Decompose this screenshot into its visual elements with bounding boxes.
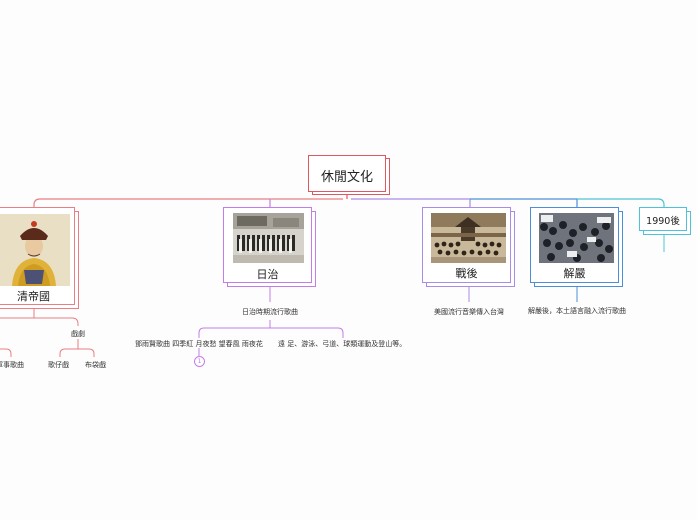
after1990-node[interactable]: 1990後: [639, 207, 687, 231]
postwar-node[interactable]: 戰後: [422, 207, 511, 283]
postwar-label: 戰後: [455, 267, 478, 280]
qing-military-connector: [0, 348, 12, 357]
crowd-protest-photo-icon: [539, 213, 614, 263]
postwar-child-label[interactable]: 美國流行音樂傳入台灣: [434, 307, 504, 317]
colonial-parade-photo-icon: [233, 213, 304, 263]
root-node[interactable]: 休閒文化: [308, 155, 386, 192]
japan-sub-connector: [198, 320, 344, 338]
japan-sports-label[interactable]: 遠 足、游泳、弓道、球類運動及登山等。: [278, 339, 406, 349]
martial-node[interactable]: 解嚴: [530, 207, 619, 283]
military-gathering-photo-icon: [431, 213, 506, 263]
root-label: 休閒文化: [320, 170, 373, 185]
qing-label: 清帝國: [17, 290, 50, 303]
japan-node[interactable]: 日治: [223, 207, 312, 283]
qing-emperor-portrait-icon: [0, 214, 70, 286]
qing-opera-label[interactable]: 戲劇: [71, 329, 85, 339]
after1990-label: 1990後: [646, 216, 680, 227]
martial-child-label[interactable]: 解嚴後，本土語言融入流行歌曲: [528, 306, 626, 316]
qing-budai-label[interactable]: 布袋戲: [85, 360, 106, 370]
martial-label: 解嚴: [563, 267, 586, 280]
qing-military-label[interactable]: 軍事歌曲: [0, 360, 24, 370]
japan-songs-label[interactable]: 鄧雨賢歌曲 四季紅 月夜愁 望春風 雨夜花: [135, 339, 263, 349]
qing-gezai-label[interactable]: 歌仔戲: [48, 360, 69, 370]
qing-opera-connector: [59, 339, 95, 357]
japan-label: 日治: [256, 268, 279, 281]
japan-child-label[interactable]: 日治時期流行歌曲: [242, 307, 298, 317]
japan-badge-count: 1: [197, 358, 202, 365]
japan-collapsed-badge[interactable]: 1: [194, 356, 205, 367]
qing-node[interactable]: 清帝國: [0, 207, 75, 305]
qing-child-connector: [0, 307, 79, 326]
